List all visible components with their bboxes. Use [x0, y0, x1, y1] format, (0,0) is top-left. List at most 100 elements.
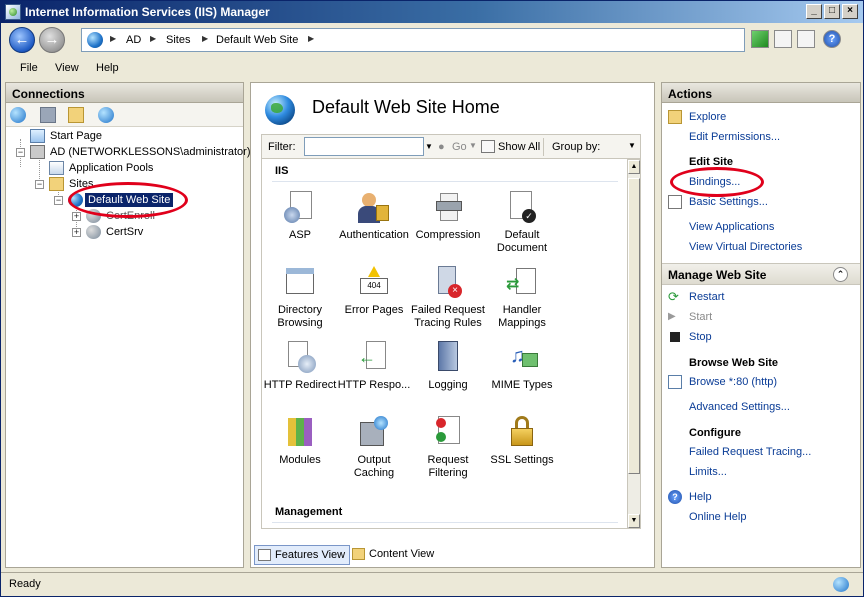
feature-asp[interactable]: ASP: [262, 191, 338, 242]
globe-icon: [87, 32, 103, 48]
menu-help[interactable]: Help: [96, 62, 119, 74]
tab-content-view[interactable]: Content View: [349, 545, 438, 565]
group-by-dropdown-icon[interactable]: ▼: [628, 141, 636, 150]
action-stop[interactable]: Stop: [662, 329, 860, 347]
action-label: View Virtual Directories: [689, 241, 803, 253]
menu-file[interactable]: File: [20, 62, 38, 74]
action-help[interactable]: ? Help: [662, 489, 860, 507]
filter-dropdown-icon[interactable]: ▼: [424, 137, 434, 156]
refresh-icon[interactable]: [751, 30, 769, 48]
menu-view[interactable]: View: [55, 62, 79, 74]
action-restart[interactable]: ⟳ Restart: [662, 289, 860, 307]
home-icon[interactable]: [797, 30, 815, 48]
forward-arrow-icon: →: [44, 31, 60, 48]
action-advanced-settings[interactable]: Advanced Settings...: [662, 399, 860, 417]
action-explore[interactable]: Explore: [662, 109, 860, 127]
manage-web-site-header[interactable]: Manage Web Site ⌃: [662, 263, 860, 285]
action-failed-request-tracing[interactable]: Failed Request Tracing...: [662, 444, 860, 462]
back-button[interactable]: ←: [9, 27, 35, 53]
tab-features-view[interactable]: Features View: [254, 545, 351, 565]
collapse-icon[interactable]: ⌃: [833, 267, 848, 282]
action-label: Restart: [689, 291, 725, 303]
feature-request-filtering[interactable]: Request Filtering: [410, 416, 486, 480]
vertical-scrollbar[interactable]: ▲ ▼: [627, 159, 641, 529]
feature-default-document[interactable]: ✓ Default Document: [484, 191, 560, 255]
filter-toolbar: Filter: ▼ ● Go ▼ Show All Group by: ▼: [261, 134, 641, 159]
action-browse-80[interactable]: Browse *:80 (http): [662, 374, 860, 392]
expand-icon[interactable]: +: [72, 228, 81, 237]
action-label: Help: [689, 491, 712, 503]
feature-failed-request-tracing-rules[interactable]: × Failed Request Tracing Rules: [410, 266, 486, 330]
feature-authentication[interactable]: Authentication: [336, 191, 412, 242]
feature-compression[interactable]: Compression: [410, 191, 486, 242]
tree-item-application-pools[interactable]: Application Pools: [49, 161, 199, 177]
action-online-help[interactable]: Online Help: [662, 509, 860, 527]
feature-label: Handler Mappings: [498, 304, 546, 329]
disconnect-icon[interactable]: [98, 107, 114, 123]
minimize-button[interactable]: _: [806, 4, 822, 19]
tree-item-start-page[interactable]: Start Page: [30, 129, 180, 145]
collapse-icon[interactable]: −: [54, 196, 63, 205]
browse-web-site-heading: Browse Web Site: [689, 357, 779, 369]
feature-label: Directory Browsing: [277, 304, 323, 329]
directory-browsing-icon: [284, 266, 316, 300]
scroll-down-icon[interactable]: ▼: [628, 514, 640, 528]
error-pages-icon: 404: [358, 266, 390, 300]
request-filtering-icon: [432, 416, 464, 450]
action-view-applications[interactable]: View Applications: [662, 219, 860, 237]
help-icon[interactable]: ?: [823, 30, 841, 48]
save-icon[interactable]: [40, 107, 56, 123]
feature-logging[interactable]: Logging: [410, 341, 486, 392]
feature-http-response-headers[interactable]: ← HTTP Respo...: [336, 341, 412, 392]
scroll-up-icon[interactable]: ▲: [628, 160, 640, 174]
website-globe-icon: [265, 95, 295, 125]
action-label: Browse *:80 (http): [689, 376, 778, 388]
collapse-icon[interactable]: −: [16, 148, 25, 157]
feature-directory-browsing[interactable]: Directory Browsing: [262, 266, 338, 330]
tree-item-certsrv[interactable]: CertSrv: [86, 225, 236, 241]
feature-modules[interactable]: Modules: [262, 416, 338, 467]
title-bar[interactable]: Internet Information Services (IIS) Mana…: [1, 1, 863, 23]
breadcrumb-sites[interactable]: Sites: [166, 34, 190, 46]
action-label: Limits...: [689, 466, 727, 478]
go-dropdown-icon[interactable]: ▼: [469, 141, 477, 150]
scroll-thumb[interactable]: [628, 178, 640, 474]
stop-loading-icon[interactable]: [774, 30, 792, 48]
section-divider: [272, 522, 618, 523]
ssl-settings-icon: [506, 416, 538, 450]
asp-icon: [284, 191, 316, 225]
breadcrumb-default-web-site[interactable]: Default Web Site: [216, 34, 298, 46]
show-all-button[interactable]: Show All: [498, 141, 540, 153]
http-response-headers-icon: ←: [358, 341, 390, 375]
folder-up-icon[interactable]: [68, 107, 84, 123]
collapse-icon[interactable]: −: [35, 180, 44, 189]
close-button[interactable]: ×: [842, 4, 858, 19]
highlight-ellipse: [670, 167, 764, 197]
feature-ssl-settings[interactable]: SSL Settings: [484, 416, 560, 467]
address-field[interactable]: ▶ AD ▶ Sites ▶ Default Web Site ▶: [81, 28, 745, 52]
handler-mappings-icon: ⇄: [506, 266, 538, 300]
feature-label: Modules: [279, 454, 321, 466]
expand-icon[interactable]: +: [72, 212, 81, 221]
go-button[interactable]: Go: [452, 141, 467, 153]
maximize-button[interactable]: □: [824, 4, 840, 19]
breadcrumb-ad[interactable]: AD: [126, 34, 141, 46]
show-all-icon: [481, 140, 495, 153]
feature-mime-types[interactable]: ♫ MIME Types: [484, 341, 560, 392]
restart-icon: ⟳: [668, 289, 679, 304]
action-limits[interactable]: Limits...: [662, 464, 860, 482]
feature-output-caching[interactable]: Output Caching: [336, 416, 412, 480]
feature-error-pages[interactable]: 404 Error Pages: [336, 266, 412, 317]
status-bar: Ready: [1, 572, 863, 596]
connect-globe-icon[interactable]: [10, 107, 26, 123]
tree-item-server[interactable]: AD (NETWORKLESSONS\administrator): [30, 145, 250, 161]
feature-label: HTTP Redirect: [263, 379, 337, 391]
group-by-label[interactable]: Group by:: [552, 141, 600, 153]
filter-input[interactable]: [304, 137, 424, 156]
action-edit-permissions[interactable]: Edit Permissions...: [662, 129, 860, 147]
forward-button[interactable]: →: [39, 27, 65, 53]
action-basic-settings[interactable]: Basic Settings...: [662, 194, 860, 212]
feature-http-redirect[interactable]: HTTP Redirect: [262, 341, 338, 392]
action-view-virtual-directories[interactable]: View Virtual Directories: [662, 239, 860, 257]
feature-handler-mappings[interactable]: ⇄ Handler Mappings: [484, 266, 560, 330]
